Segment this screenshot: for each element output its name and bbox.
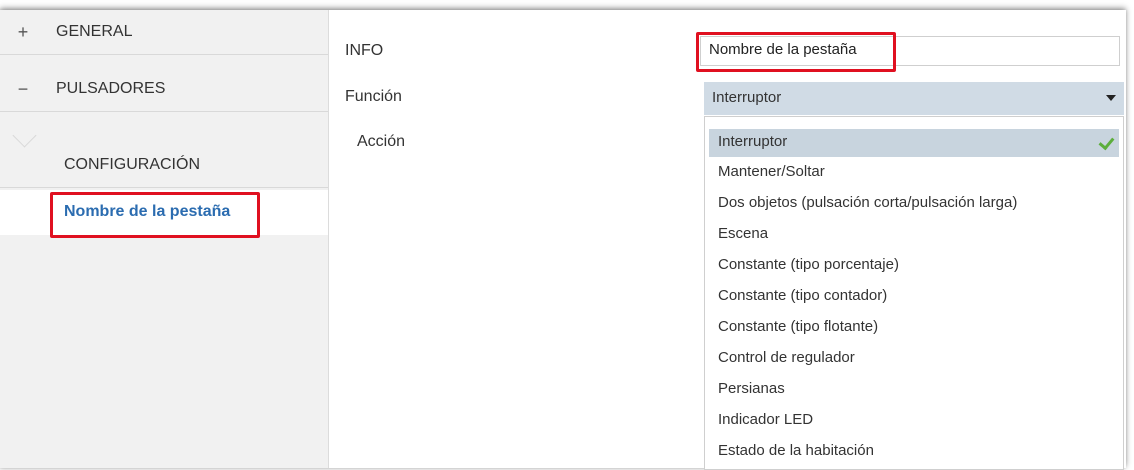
dropdown-option[interactable]: Estado de la habitación [709, 438, 1119, 466]
funcion-label: Función [345, 88, 402, 105]
sidebar-item-label: CONFIGURACIÓN [64, 156, 200, 173]
funcion-select-value: Interruptor [712, 89, 782, 106]
sidebar-group-pulsadores[interactable]: − PULSADORES [0, 67, 328, 112]
accion-label: Acción [357, 133, 406, 150]
sidebar-group-label: GENERAL [56, 23, 133, 40]
dropdown-caret-icon [1106, 95, 1116, 101]
dropdown-option[interactable]: Constante (tipo flotante) [709, 314, 1119, 342]
sidebar: + GENERAL − PULSADORES CONFIGURACIÓN Nom… [0, 10, 329, 468]
funcion-select[interactable]: Interruptor [704, 82, 1124, 115]
sidebar-item-configuracion[interactable]: CONFIGURACIÓN [0, 143, 328, 188]
dropdown-option[interactable]: Mantener/Soltar [709, 159, 1119, 187]
dropdown-option[interactable]: Indicador LED [709, 407, 1119, 435]
info-text-field[interactable]: Nombre de la pestaña [700, 36, 1120, 66]
dropdown-option[interactable]: Escena [709, 221, 1119, 249]
collapse-icon: − [17, 79, 29, 99]
dropdown-option[interactable]: Constante (tipo contador) [709, 283, 1119, 311]
dropdown-option[interactable]: Constante (tipo porcentaje) [709, 252, 1119, 280]
sidebar-item-label: Nombre de la pestaña [64, 203, 231, 220]
sidebar-group-label: PULSADORES [56, 80, 166, 97]
expand-icon: + [17, 22, 29, 42]
dropdown-option[interactable]: Dos objetos (pulsación corta/pulsación l… [709, 190, 1119, 218]
dropdown-option[interactable]: Persianas [709, 376, 1119, 404]
check-icon [1098, 133, 1115, 151]
dropdown-option[interactable]: Interruptor [709, 129, 1119, 157]
info-label: INFO [345, 42, 384, 59]
sidebar-group-general[interactable]: + GENERAL [0, 10, 328, 55]
sidebar-item-nombre-pestana[interactable]: Nombre de la pestaña [0, 190, 328, 235]
settings-window: + GENERAL − PULSADORES CONFIGURACIÓN Nom… [0, 10, 1126, 470]
funcion-dropdown-list: Interruptor Mantener/Soltar Dos objetos … [704, 116, 1124, 470]
dropdown-option[interactable]: Control de regulador [709, 345, 1119, 373]
